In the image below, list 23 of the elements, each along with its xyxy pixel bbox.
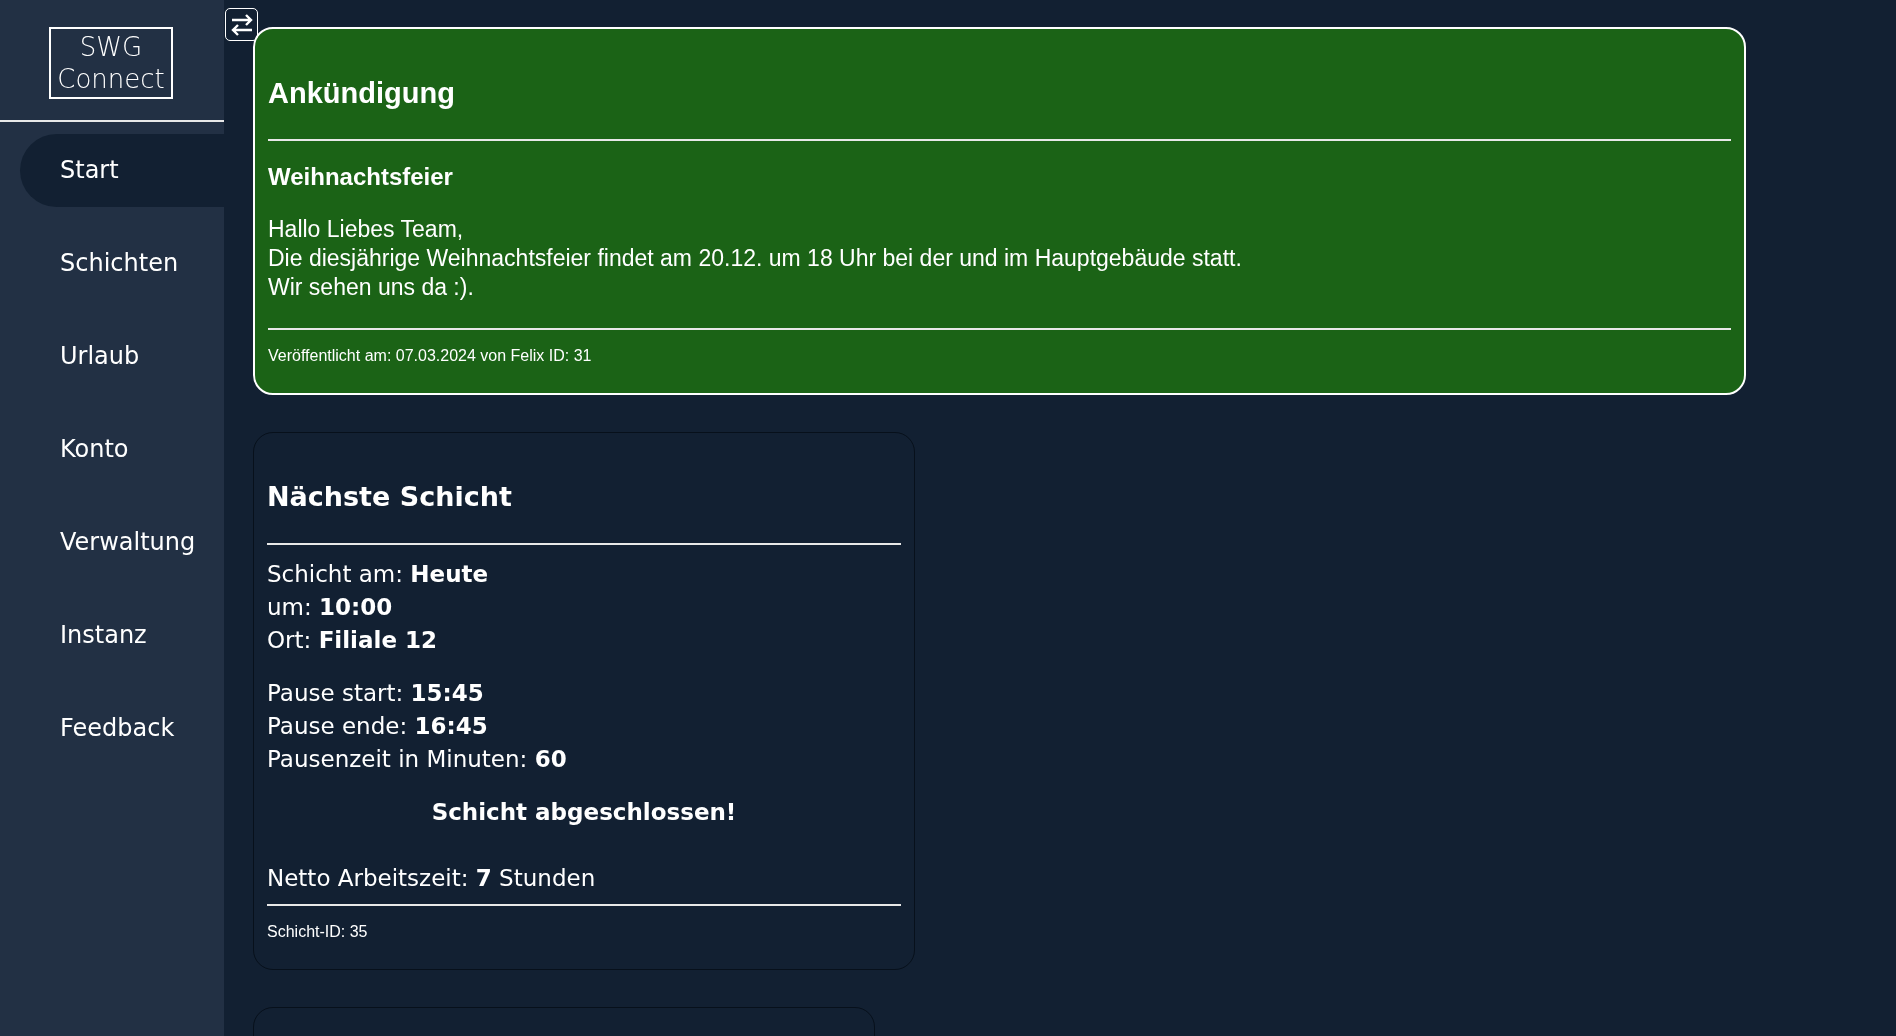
nav-item[interactable]: Feedback xyxy=(20,692,224,765)
announcement-text: Hallo Liebes Team, Die diesjährige Weihnachtsfeier findet am 20.12. um 18 Uhr bei der und im Hauptgebäude statt. Wir sehen uns da :). xyxy=(268,215,1243,302)
shift-detail: um: 10:00 xyxy=(267,593,394,622)
nav-item[interactable]: Urlaub xyxy=(20,320,224,393)
announcement-subtitle: Weihnachtsfeier xyxy=(268,163,454,191)
shift-id: Schicht-ID: 35 xyxy=(267,923,369,941)
card-title: Ankündigung xyxy=(268,76,456,111)
logo: SWG Connect xyxy=(49,27,173,99)
nav-item[interactable]: Schichten xyxy=(20,227,224,300)
shift-detail: Pausenzeit in Minuten: 60 xyxy=(267,745,568,774)
nav-item[interactable]: Instanz xyxy=(20,599,224,672)
nav-item[interactable]: Konto xyxy=(20,413,224,486)
shift-status: Schicht abgeschlossen! xyxy=(430,798,738,827)
nav-item[interactable]: Start xyxy=(20,134,224,207)
swap-icon[interactable] xyxy=(225,8,258,41)
shift-detail: Ort: Filiale 12 xyxy=(267,626,439,655)
net-work-time: Netto Arbeitszeit: 7 Stunden xyxy=(267,864,597,893)
nav-item[interactable]: Verwaltung xyxy=(20,506,224,579)
shift-detail: Pause start: 15:45 xyxy=(267,679,485,708)
shift-detail: Pause ende: 16:45 xyxy=(267,712,489,741)
shift-detail: Schicht am: Heute xyxy=(267,560,490,589)
card-title: Nächste Schicht xyxy=(267,480,513,514)
announcement-footer: Veröffentlicht am: 07.03.2024 von Felix ID: 31 xyxy=(268,347,1731,365)
